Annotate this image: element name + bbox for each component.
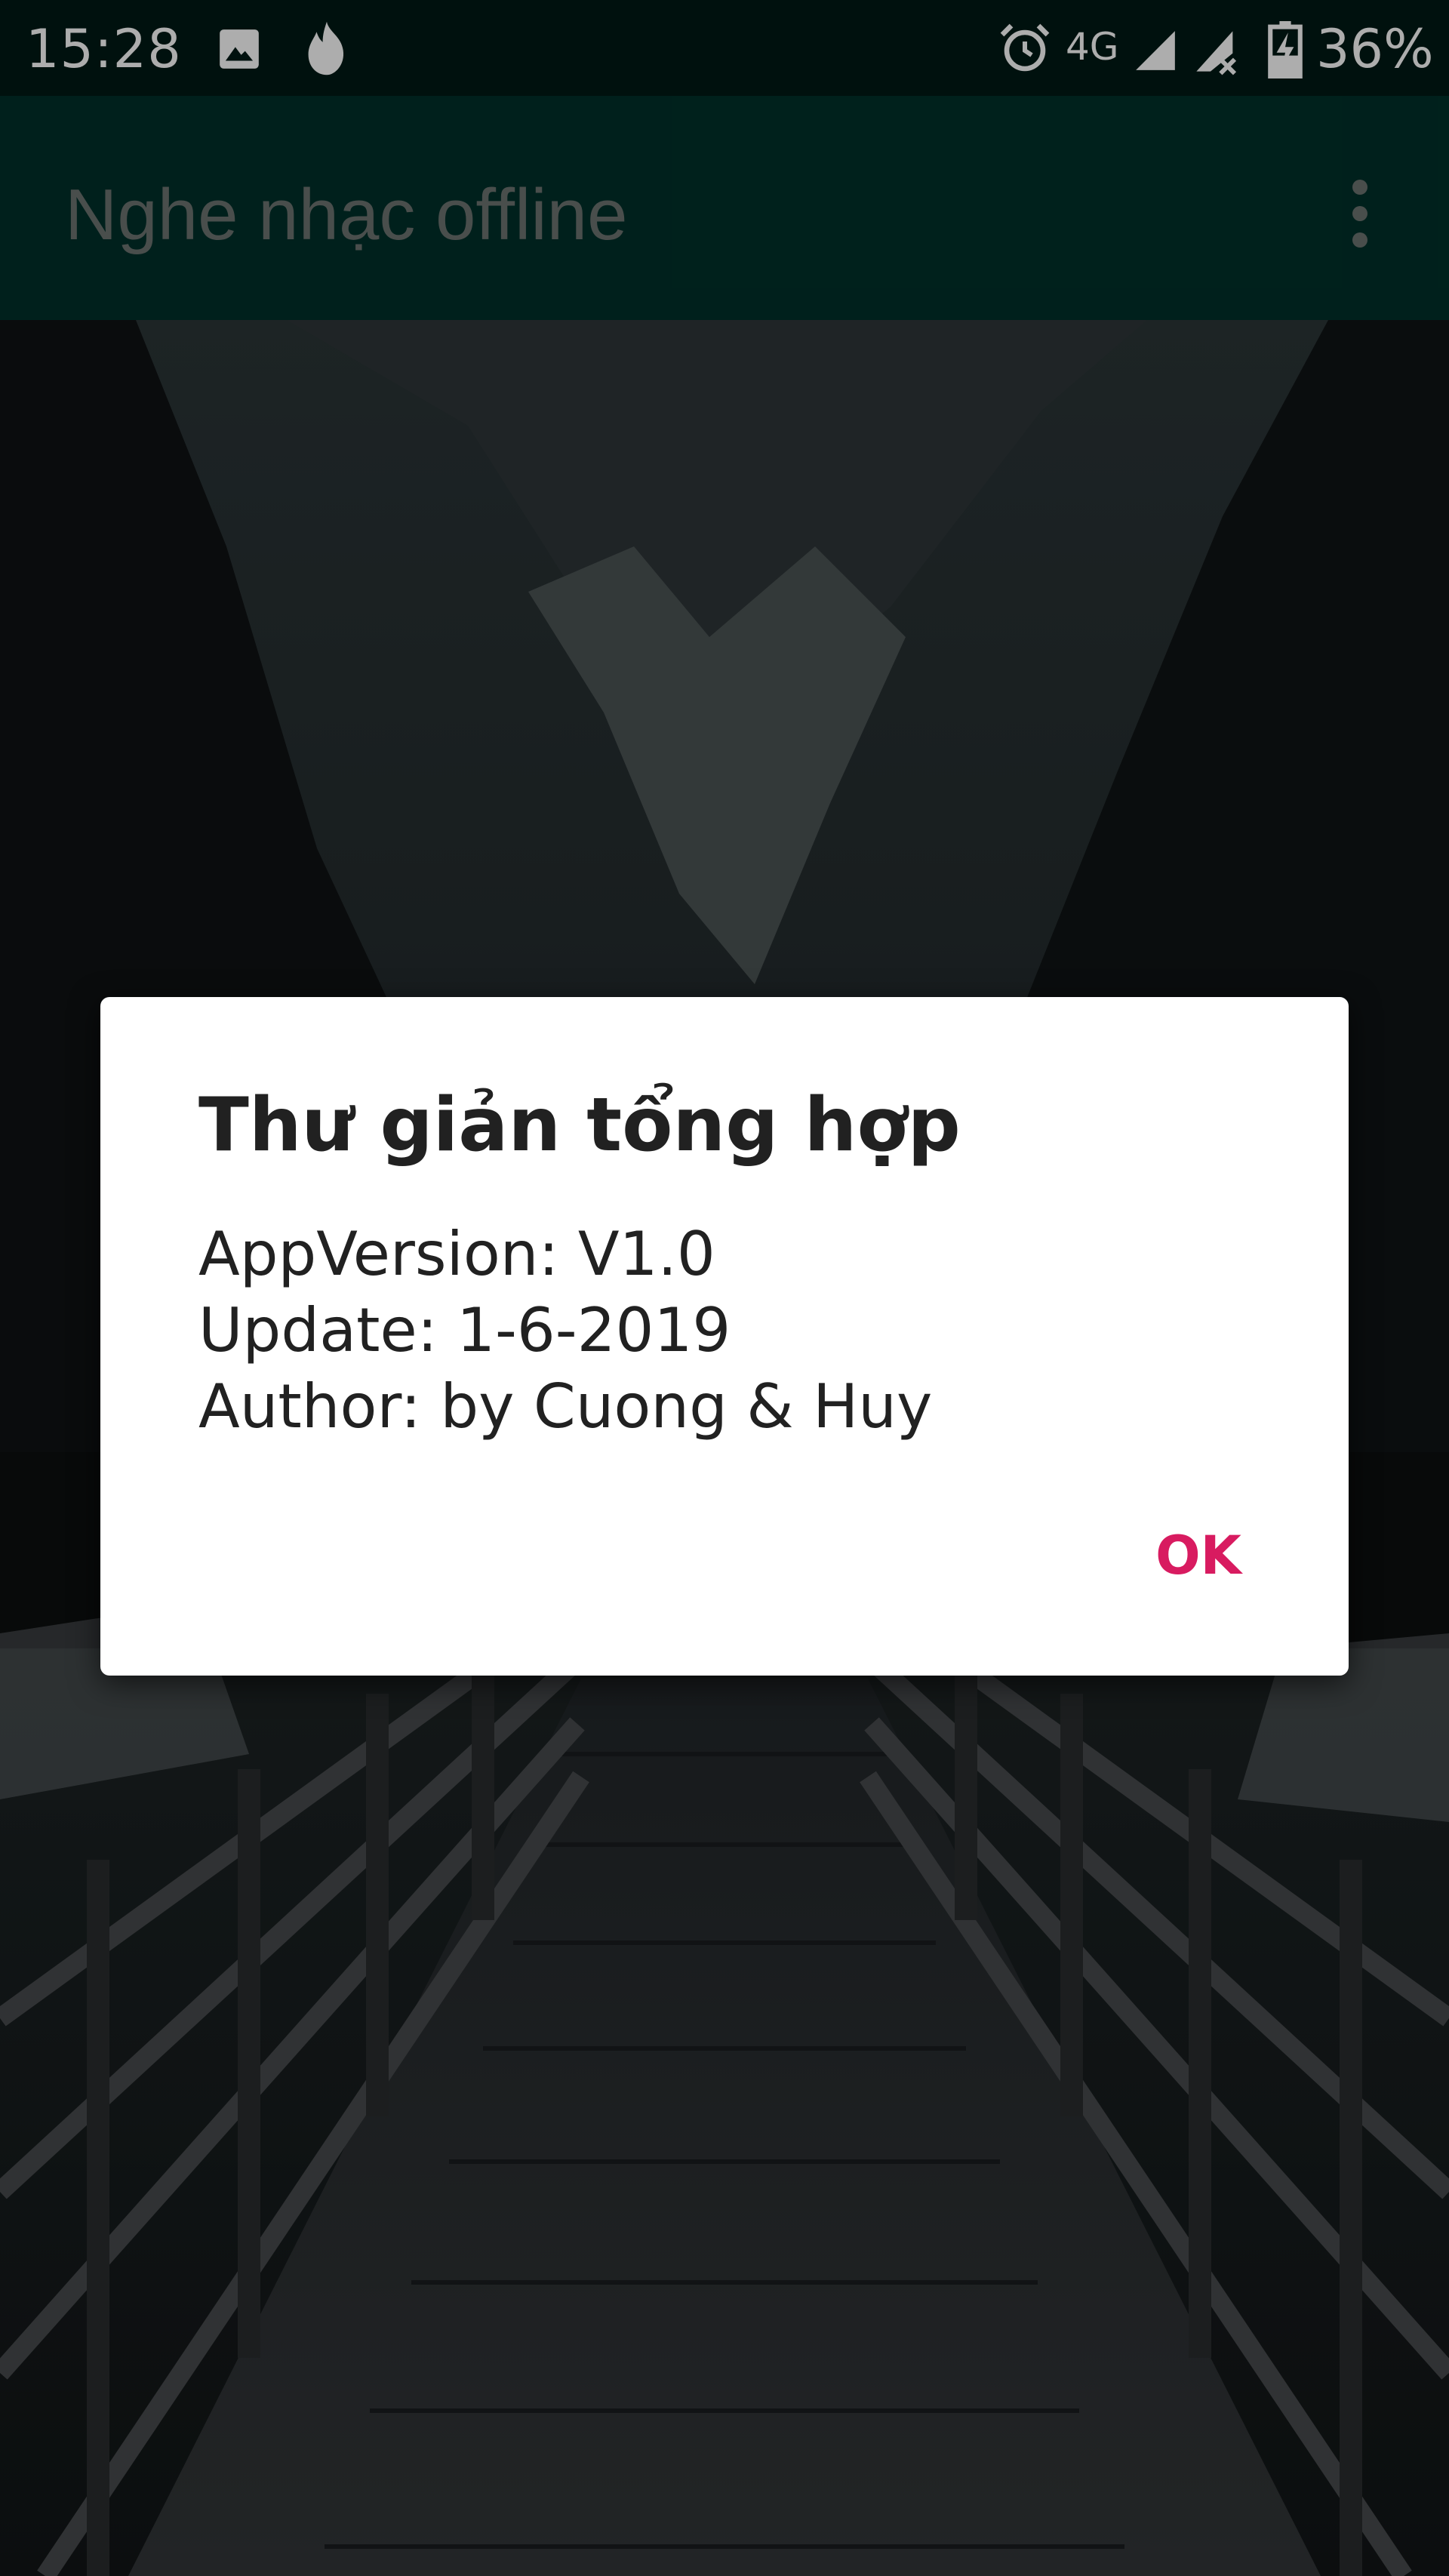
- ok-button[interactable]: OK: [1112, 1510, 1285, 1601]
- app-version-text: AppVersion: V1.0: [198, 1219, 715, 1289]
- screen: 15:28 4G 36% Nghe nhạc offline Thư giản …: [0, 0, 1449, 2576]
- dialog-title: Thư giản tổng hợp: [198, 1082, 961, 1168]
- author-text: Author: by Cuong & Huy: [198, 1371, 933, 1442]
- about-dialog: Thư giản tổng hợp AppVersion: V1.0 Updat…: [100, 997, 1349, 1676]
- dialog-message: AppVersion: V1.0 Update: 1-6-2019 Author…: [198, 1216, 932, 1445]
- update-date-text: Update: 1-6-2019: [198, 1295, 731, 1365]
